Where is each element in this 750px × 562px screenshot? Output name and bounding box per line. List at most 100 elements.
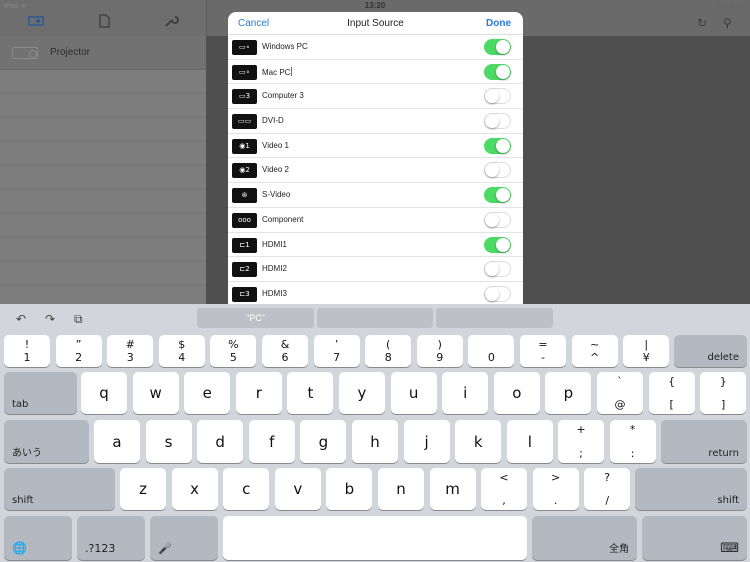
zenkaku-key[interactable]: 全角 bbox=[532, 516, 637, 560]
number-key[interactable]: ! 1 bbox=[4, 335, 50, 367]
letter-key-w[interactable]: w bbox=[132, 372, 179, 414]
letter-key-g[interactable]: g bbox=[300, 420, 347, 463]
symbol-key[interactable]: >. bbox=[532, 468, 579, 510]
letter-key-d[interactable]: d bbox=[197, 420, 244, 463]
letter-key-t[interactable]: t bbox=[287, 372, 334, 414]
input-source-row[interactable]: ▭∘ Windows PC bbox=[228, 35, 523, 60]
letter-key-v[interactable]: v bbox=[274, 468, 321, 510]
number-key[interactable]: ~ ^ bbox=[571, 335, 618, 367]
letter-key-s[interactable]: s bbox=[145, 420, 192, 463]
letter-key-x[interactable]: x bbox=[171, 468, 218, 510]
symbol-key[interactable]: }] bbox=[700, 372, 747, 414]
number-key[interactable]: 0 bbox=[468, 335, 515, 367]
paste-icon[interactable]: ⧉ bbox=[74, 312, 83, 327]
wrench-tab-icon[interactable] bbox=[163, 14, 179, 28]
source-toggle[interactable] bbox=[484, 285, 511, 302]
space-key[interactable] bbox=[223, 516, 527, 560]
input-source-row[interactable]: ooo Component bbox=[228, 208, 523, 233]
source-toggle[interactable] bbox=[484, 113, 511, 130]
projector-tab-icon[interactable] bbox=[28, 14, 44, 28]
input-source-row[interactable]: ▭∘ Mac PC bbox=[228, 60, 523, 85]
source-toggle[interactable] bbox=[484, 261, 511, 278]
number-key[interactable]: #3 bbox=[107, 335, 154, 367]
input-source-row[interactable]: ▭▭ DVI-D bbox=[228, 109, 523, 134]
redo-icon[interactable]: ↷ bbox=[45, 312, 55, 326]
suggestion-middle[interactable] bbox=[317, 308, 433, 328]
key-label: v bbox=[293, 480, 303, 498]
input-source-row[interactable]: ⊛ S-Video bbox=[228, 183, 523, 208]
kana-key[interactable]: あいう bbox=[4, 420, 89, 463]
letter-key-p[interactable]: p bbox=[545, 372, 592, 414]
letter-key-z[interactable]: z bbox=[120, 468, 166, 510]
input-source-row[interactable]: ▭3 Computer 3 bbox=[228, 84, 523, 110]
source-toggle[interactable] bbox=[484, 187, 511, 204]
letter-key-r[interactable]: r bbox=[235, 372, 282, 414]
shift-right-key[interactable]: shift bbox=[635, 468, 747, 510]
letter-key-b[interactable]: b bbox=[326, 468, 373, 510]
letter-key-i[interactable]: i bbox=[442, 372, 489, 414]
delete-key[interactable]: delete bbox=[674, 335, 747, 367]
undo-icon[interactable]: ↶ bbox=[16, 312, 26, 326]
letter-key-a[interactable]: a bbox=[94, 420, 140, 463]
letter-key-e[interactable]: e bbox=[184, 372, 231, 414]
letter-key-c[interactable]: c bbox=[223, 468, 270, 510]
input-source-row[interactable]: ⊏1 HDMI1 bbox=[228, 233, 523, 258]
refresh-icon[interactable]: ↻ bbox=[697, 16, 707, 30]
source-toggle[interactable] bbox=[484, 162, 511, 179]
key-label: o bbox=[512, 384, 522, 402]
input-source-row[interactable]: ⊏2 HDMI2 bbox=[228, 257, 523, 282]
source-toggle[interactable] bbox=[484, 88, 511, 105]
letter-key-y[interactable]: y bbox=[339, 372, 385, 414]
globe-key[interactable]: 🌐 bbox=[4, 516, 72, 560]
status-time: 13:20 bbox=[364, 1, 386, 10]
source-toggle[interactable] bbox=[484, 236, 511, 253]
done-button[interactable]: Done bbox=[486, 18, 511, 29]
source-toggle[interactable] bbox=[484, 137, 511, 154]
return-key[interactable]: return bbox=[661, 420, 747, 463]
symbol-key[interactable]: *: bbox=[609, 420, 656, 463]
letter-key-o[interactable]: o bbox=[493, 372, 540, 414]
input-source-row[interactable]: ⊏3 HDMI3 bbox=[228, 282, 523, 304]
key-label: あいう bbox=[12, 448, 42, 459]
source-label: Video 2 bbox=[262, 165, 289, 175]
symbol-key[interactable]: ` @ bbox=[597, 372, 643, 414]
letter-key-m[interactable]: m bbox=[429, 468, 476, 510]
microphone-key[interactable]: 🎤 bbox=[150, 516, 218, 560]
input-source-row[interactable]: ◉1 Video 1 bbox=[228, 134, 523, 159]
hide-keyboard-key[interactable]: ⌨ bbox=[642, 516, 747, 560]
source-toggle[interactable] bbox=[484, 63, 511, 80]
number-key[interactable]: | ¥ bbox=[623, 335, 670, 367]
numbers-key[interactable]: .?123 bbox=[77, 516, 145, 560]
search-icon[interactable]: ⚲ bbox=[723, 16, 732, 30]
projector-list-item[interactable]: Projector bbox=[0, 36, 206, 70]
letter-key-f[interactable]: f bbox=[248, 420, 295, 463]
symbol-key[interactable]: ? / bbox=[584, 468, 631, 510]
tab-key[interactable]: tab bbox=[4, 372, 77, 414]
number-key[interactable]: = - bbox=[520, 335, 566, 367]
source-toggle[interactable] bbox=[484, 211, 511, 228]
number-key[interactable]: % 5 bbox=[210, 335, 257, 367]
letter-key-n[interactable]: n bbox=[378, 468, 424, 510]
key-label: - bbox=[541, 351, 545, 364]
letter-key-q[interactable]: q bbox=[81, 372, 127, 414]
symbol-key[interactable]: <, bbox=[481, 468, 527, 510]
source-toggle[interactable] bbox=[484, 39, 511, 55]
symbol-key[interactable]: +; bbox=[558, 420, 604, 463]
suggestion-right[interactable] bbox=[436, 308, 553, 328]
letter-key-h[interactable]: h bbox=[352, 420, 398, 463]
input-source-row[interactable]: ◉2 Video 2 bbox=[228, 158, 523, 184]
number-key[interactable]: ’ 7 bbox=[313, 335, 360, 367]
letter-key-l[interactable]: l bbox=[506, 420, 553, 463]
number-key[interactable]: (8 bbox=[365, 335, 412, 367]
number-key[interactable]: & 6 bbox=[262, 335, 308, 367]
suggestion-left[interactable]: “PC” bbox=[197, 308, 314, 328]
symbol-key[interactable]: {[ bbox=[648, 372, 695, 414]
number-key[interactable]: ) 9 bbox=[416, 335, 463, 367]
number-key[interactable]: ” 2 bbox=[55, 335, 102, 367]
number-key[interactable]: $4 bbox=[158, 335, 205, 367]
letter-key-j[interactable]: j bbox=[403, 420, 450, 463]
shift-left-key[interactable]: shift bbox=[4, 468, 115, 510]
letter-key-u[interactable]: u bbox=[390, 372, 437, 414]
letter-key-k[interactable]: k bbox=[455, 420, 502, 463]
document-tab-icon[interactable] bbox=[96, 14, 112, 28]
